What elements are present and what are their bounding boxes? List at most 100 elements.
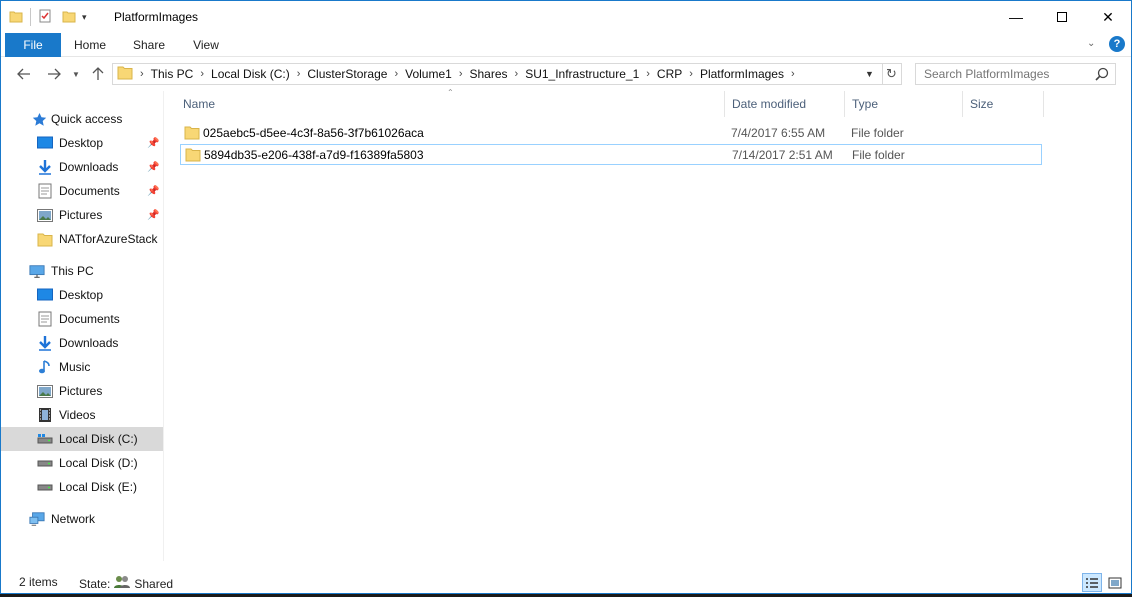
back-button[interactable] [13, 64, 35, 84]
column-header-size[interactable]: Size [964, 91, 1044, 117]
sidebar-item-label: Downloads [59, 336, 119, 350]
sidebar-item-qa-pictures[interactable]: Pictures 📌 [1, 203, 163, 227]
qat-separator [30, 8, 31, 26]
details-view-button[interactable] [1082, 573, 1102, 592]
arrow-up-icon [92, 67, 104, 80]
breadcrumb-volume1[interactable]: Volume1 [401, 67, 456, 81]
sidebar-item-documents[interactable]: Documents [1, 307, 163, 331]
sidebar-item-quick-access[interactable]: Quick access [1, 107, 163, 131]
close-icon: ✕ [1102, 8, 1114, 25]
expand-ribbon-icon[interactable]: ⌄ [1087, 38, 1095, 49]
column-header-name[interactable]: Name [177, 91, 725, 117]
breadcrumb-separator[interactable]: › [391, 68, 401, 80]
large-icons-view-button[interactable] [1105, 573, 1125, 592]
sidebar-item-qa-downloads[interactable]: Downloads 📌 [1, 155, 163, 179]
explorer-window: ▾ PlatformImages — ✕ File Home Share Vie… [0, 0, 1132, 594]
sidebar-item-music[interactable]: Music [1, 355, 163, 379]
help-icon[interactable]: ? [1109, 36, 1125, 52]
sidebar-item-label: Desktop [59, 288, 104, 302]
sidebar-item-local-disk-c[interactable]: Local Disk (C:) [1, 427, 163, 451]
desktop-icon [37, 287, 53, 303]
drive-icon [37, 479, 53, 495]
pin-icon[interactable]: 📌 [147, 138, 159, 149]
shared-users-icon [113, 575, 131, 592]
up-button[interactable] [87, 64, 109, 84]
sidebar-item-desktop[interactable]: Desktop [1, 283, 163, 307]
folder-icon [37, 231, 53, 247]
sidebar-item-label: Desktop [59, 136, 104, 150]
minimize-button[interactable]: — [993, 1, 1039, 33]
sidebar-item-label: Local Disk (E:) [59, 480, 138, 494]
new-folder-icon[interactable] [62, 9, 76, 26]
breadcrumb-su1-infrastructure[interactable]: SU1_Infrastructure_1 [521, 67, 643, 81]
breadcrumb-separator[interactable]: › [456, 68, 466, 80]
sidebar-item-qa-desktop[interactable]: Desktop 📌 [1, 131, 163, 155]
customize-qat-icon[interactable]: ▾ [82, 12, 87, 23]
file-type: File folder [852, 148, 905, 162]
desktop-icon [37, 135, 53, 151]
documents-icon [37, 311, 53, 327]
sidebar-item-qa-natforazurestack[interactable]: NATforAzureStack [1, 227, 163, 251]
downloads-icon [37, 335, 53, 351]
sidebar-item-qa-documents[interactable]: Documents 📌 [1, 179, 163, 203]
column-header-type[interactable]: Type [846, 91, 963, 117]
address-history-icon[interactable]: ▼ [865, 69, 874, 79]
sidebar-item-this-pc[interactable]: This PC [1, 259, 163, 283]
folder-icon [185, 147, 201, 163]
sidebar-item-downloads[interactable]: Downloads [1, 331, 163, 355]
pin-icon[interactable]: 📌 [147, 186, 159, 197]
quick-access-toolbar: ▾ [9, 8, 87, 26]
breadcrumb-shares[interactable]: Shares [465, 67, 511, 81]
file-name: 5894db35-e206-438f-a7d9-f16389fa5803 [204, 148, 424, 162]
breadcrumb-separator[interactable]: › [788, 68, 798, 80]
breadcrumb-platformimages[interactable]: PlatformImages [696, 67, 788, 81]
sidebar-item-local-disk-d[interactable]: Local Disk (D:) [1, 451, 163, 475]
file-name: 025aebc5-d5ee-4c3f-8a56-3f7b61026aca [203, 126, 424, 140]
address-bar[interactable]: › This PC › Local Disk (C:) › ClusterSto… [112, 63, 883, 85]
refresh-button[interactable]: ↻ [882, 63, 902, 85]
tab-view[interactable]: View [183, 33, 229, 57]
breadcrumb-separator[interactable]: › [512, 68, 522, 80]
breadcrumb-separator[interactable]: › [197, 68, 207, 80]
pictures-icon [37, 383, 53, 399]
table-row[interactable]: 025aebc5-d5ee-4c3f-8a56-3f7b61026aca 7/4… [180, 123, 1042, 144]
tab-share[interactable]: Share [126, 33, 172, 57]
sidebar-item-videos[interactable]: Videos [1, 403, 163, 427]
folder-icon [117, 65, 133, 83]
music-icon [37, 359, 53, 375]
sidebar-item-network[interactable]: Network [1, 507, 163, 531]
properties-icon[interactable] [38, 9, 52, 26]
column-header-date-modified[interactable]: Date modified [726, 91, 845, 117]
status-bar: 2 items State: Shared [1, 571, 1131, 593]
breadcrumb-this-pc[interactable]: This PC [147, 67, 198, 81]
tab-home[interactable]: Home [67, 33, 113, 57]
large-icons-view-icon [1108, 577, 1122, 588]
folder-app-icon [9, 9, 23, 26]
pictures-icon [37, 207, 53, 223]
pin-icon[interactable]: 📌 [147, 162, 159, 173]
sidebar-item-local-disk-e[interactable]: Local Disk (E:) [1, 475, 163, 499]
item-count: 2 items [19, 575, 58, 589]
forward-button[interactable] [43, 64, 65, 84]
breadcrumb-local-disk-c[interactable]: Local Disk (C:) [207, 67, 294, 81]
breadcrumb-clusterstorage[interactable]: ClusterStorage [303, 67, 391, 81]
sidebar-item-pictures[interactable]: Pictures [1, 379, 163, 403]
recent-locations-button[interactable]: ▼ [69, 64, 83, 84]
breadcrumb-crp[interactable]: CRP [653, 67, 686, 81]
share-state: State: Shared [79, 575, 173, 592]
breadcrumb-separator[interactable]: › [294, 68, 304, 80]
star-icon [31, 111, 47, 127]
search-box[interactable] [915, 63, 1116, 85]
pin-icon[interactable]: 📌 [147, 210, 159, 221]
breadcrumb-separator[interactable]: › [643, 68, 653, 80]
tab-file[interactable]: File [5, 33, 61, 57]
close-button[interactable]: ✕ [1085, 1, 1131, 33]
sidebar-item-label: Downloads [59, 160, 119, 174]
breadcrumb-separator[interactable]: › [686, 68, 696, 80]
sidebar-item-label: Videos [59, 408, 96, 422]
search-input[interactable] [924, 67, 1094, 81]
search-icon[interactable] [1095, 67, 1109, 84]
sidebar-item-label: Music [59, 360, 91, 374]
maximize-button[interactable] [1039, 1, 1085, 33]
table-row[interactable]: 5894db35-e206-438f-a7d9-f16389fa5803 7/1… [180, 144, 1042, 165]
